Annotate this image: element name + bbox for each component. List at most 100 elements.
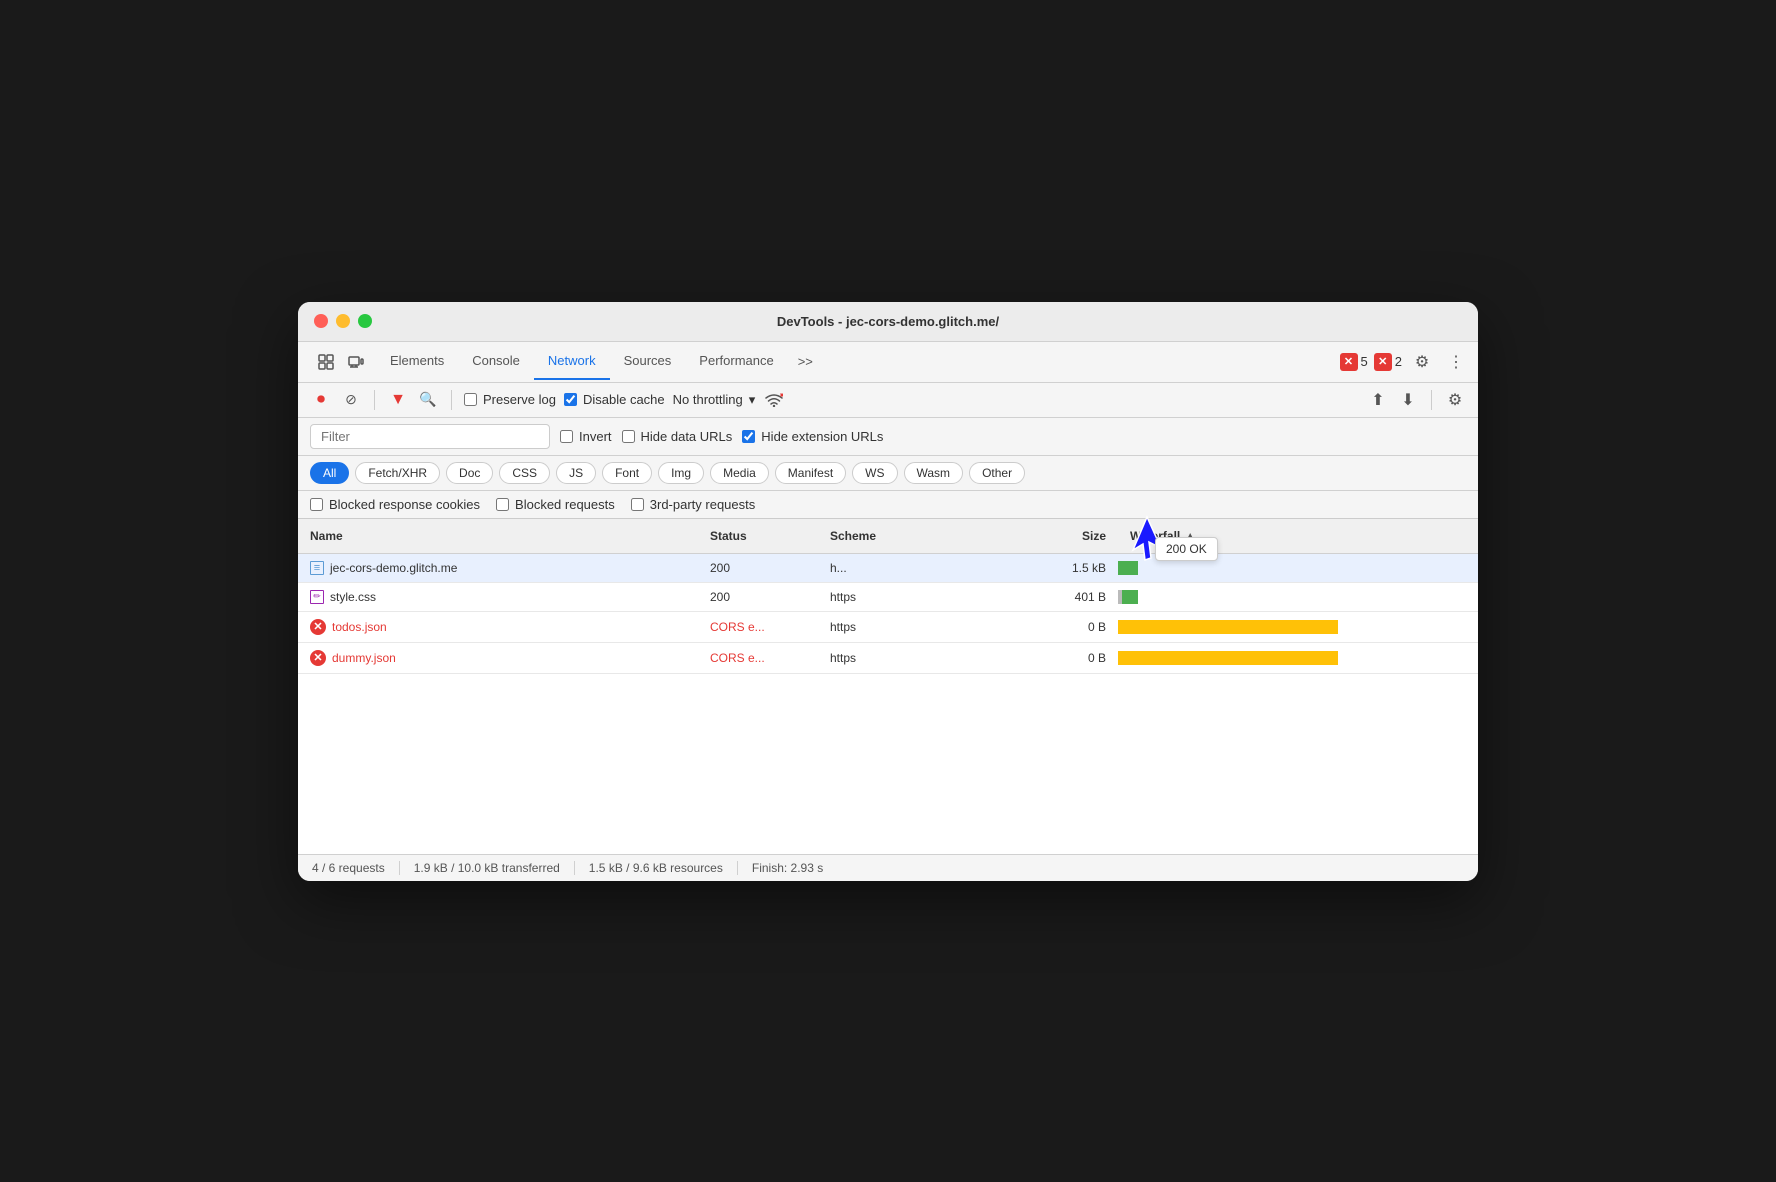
tooltip-200ok: 200 OK xyxy=(1155,537,1218,561)
error-icon-3: ✕ xyxy=(310,619,326,635)
blocked-requests-checkbox[interactable] xyxy=(496,498,509,511)
tab-icons xyxy=(306,342,376,382)
waterfall-bar-green-2 xyxy=(1122,590,1138,604)
status-requests: 4 / 6 requests xyxy=(312,861,400,875)
td-waterfall-4 xyxy=(1118,648,1478,668)
th-scheme[interactable]: Scheme xyxy=(818,525,998,547)
td-size-2: 401 B xyxy=(998,587,1118,607)
tab-network[interactable]: Network xyxy=(534,343,610,380)
invert-checkbox[interactable] xyxy=(560,430,573,443)
row-name-2: style.css xyxy=(330,590,376,604)
td-scheme-2: https xyxy=(818,587,998,607)
blocked-cookies-checkbox[interactable] xyxy=(310,498,323,511)
td-status-4: CORS e... xyxy=(698,648,818,668)
error-x-icon-1: ✕ xyxy=(1340,353,1358,371)
chip-img[interactable]: Img xyxy=(658,462,704,484)
chip-manifest[interactable]: Manifest xyxy=(775,462,846,484)
toolbar-divider-3 xyxy=(1431,390,1432,410)
tab-sources[interactable]: Sources xyxy=(610,343,686,380)
settings-gear-icon[interactable]: ⚙ xyxy=(1408,348,1436,376)
download-icon[interactable]: ⬇ xyxy=(1397,389,1419,411)
devtools-window: DevTools - jec-cors-demo.glitch.me/ xyxy=(298,302,1478,881)
td-waterfall-2 xyxy=(1118,587,1478,607)
th-size[interactable]: Size xyxy=(998,525,1118,547)
record-button[interactable]: ⏺ xyxy=(310,389,332,411)
chip-wasm[interactable]: Wasm xyxy=(904,462,964,484)
disable-cache-checkbox[interactable] xyxy=(564,393,577,406)
status-finish: Finish: 2.93 s xyxy=(738,861,837,875)
tab-more[interactable]: >> xyxy=(788,346,823,377)
chip-fetch-xhr[interactable]: Fetch/XHR xyxy=(355,462,440,484)
filter-icon[interactable]: ▼ xyxy=(387,389,409,411)
td-scheme-1: h... xyxy=(818,558,998,578)
close-button[interactable] xyxy=(314,314,328,328)
table-row[interactable]: ≡ jec-cors-demo.glitch.me 200 h... 1.5 k… xyxy=(298,554,1478,583)
td-status-2: 200 xyxy=(698,587,818,607)
preserve-log-checkbox[interactable] xyxy=(464,393,477,406)
inspector-icon[interactable] xyxy=(314,350,338,374)
toolbar-divider-1 xyxy=(374,390,375,410)
third-party-label: 3rd-party requests xyxy=(650,497,756,512)
hide-data-urls-checkbox[interactable] xyxy=(622,430,635,443)
status-transferred: 1.9 kB / 10.0 kB transferred xyxy=(400,861,575,875)
throttle-arrow: ▾ xyxy=(749,392,756,408)
throttle-dropdown[interactable]: No throttling ▾ xyxy=(673,392,756,408)
network-toolbar: ⏺ ⊘ ▼ 🔍 Preserve log Disable cache No th… xyxy=(298,383,1478,418)
third-party-checkbox[interactable] xyxy=(631,498,644,511)
td-status-3: CORS e... xyxy=(698,617,818,637)
table-row[interactable]: ✕ todos.json CORS e... https 0 B xyxy=(298,612,1478,643)
hide-extension-urls-checkbox-group[interactable]: Hide extension URLs xyxy=(742,429,883,444)
td-name-3: ✕ todos.json xyxy=(298,616,698,638)
chip-media[interactable]: Media xyxy=(710,462,769,484)
chip-js[interactable]: JS xyxy=(556,462,596,484)
blocked-requests-checkbox-group[interactable]: Blocked requests xyxy=(496,497,615,512)
wifi-icon[interactable] xyxy=(763,389,785,411)
titlebar: DevTools - jec-cors-demo.glitch.me/ xyxy=(298,302,1478,342)
empty-rows xyxy=(298,674,1478,854)
td-size-4: 0 B xyxy=(998,648,1118,668)
preserve-log-checkbox-group[interactable]: Preserve log xyxy=(464,392,556,407)
invert-label: Invert xyxy=(579,429,612,444)
preserve-log-label: Preserve log xyxy=(483,392,556,407)
clear-button[interactable]: ⊘ xyxy=(340,389,362,411)
search-icon[interactable]: 🔍 xyxy=(417,389,439,411)
tab-console[interactable]: Console xyxy=(458,343,534,380)
table-row[interactable]: ✕ dummy.json CORS e... https 0 B xyxy=(298,643,1478,674)
third-party-checkbox-group[interactable]: 3rd-party requests xyxy=(631,497,756,512)
toolbar-divider-2 xyxy=(451,390,452,410)
table-row[interactable]: ✏ style.css 200 https 401 B xyxy=(298,583,1478,612)
maximize-button[interactable] xyxy=(358,314,372,328)
chip-css[interactable]: CSS xyxy=(499,462,550,484)
chip-font[interactable]: Font xyxy=(602,462,652,484)
tab-elements[interactable]: Elements xyxy=(376,343,458,380)
hide-extension-urls-checkbox[interactable] xyxy=(742,430,755,443)
upload-icon[interactable]: ⬆ xyxy=(1367,389,1389,411)
toolbar-settings-icon[interactable]: ⚙ xyxy=(1444,389,1466,411)
filter-input[interactable] xyxy=(310,424,550,449)
extra-filterbar: Blocked response cookies Blocked request… xyxy=(298,491,1478,519)
css-icon-2: ✏ xyxy=(310,590,324,604)
hide-data-urls-checkbox-group[interactable]: Hide data URLs xyxy=(622,429,733,444)
chip-other[interactable]: Other xyxy=(969,462,1025,484)
chip-ws[interactable]: WS xyxy=(852,462,897,484)
disable-cache-checkbox-group[interactable]: Disable cache xyxy=(564,392,665,407)
minimize-button[interactable] xyxy=(336,314,350,328)
chip-doc[interactable]: Doc xyxy=(446,462,493,484)
waterfall-bar-green-1 xyxy=(1118,561,1138,575)
th-status[interactable]: Status xyxy=(698,525,818,547)
doc-icon-1: ≡ xyxy=(310,561,324,575)
td-waterfall-1: 200 OK xyxy=(1118,558,1478,578)
blocked-cookies-checkbox-group[interactable]: Blocked response cookies xyxy=(310,497,480,512)
blocked-cookies-label: Blocked response cookies xyxy=(329,497,480,512)
chips-bar: All Fetch/XHR Doc CSS JS Font Img Media … xyxy=(298,456,1478,491)
td-waterfall-3 xyxy=(1118,617,1478,637)
device-icon[interactable] xyxy=(344,350,368,374)
network-table: Name Status Scheme Size Waterfall ▲ ≡ je… xyxy=(298,519,1478,854)
more-options-icon[interactable]: ⋮ xyxy=(1442,348,1470,376)
tab-performance[interactable]: Performance xyxy=(685,343,787,380)
td-name-2: ✏ style.css xyxy=(298,587,698,607)
invert-checkbox-group[interactable]: Invert xyxy=(560,429,612,444)
th-name[interactable]: Name xyxy=(298,525,698,547)
chip-all[interactable]: All xyxy=(310,462,349,484)
traffic-lights xyxy=(314,314,372,328)
